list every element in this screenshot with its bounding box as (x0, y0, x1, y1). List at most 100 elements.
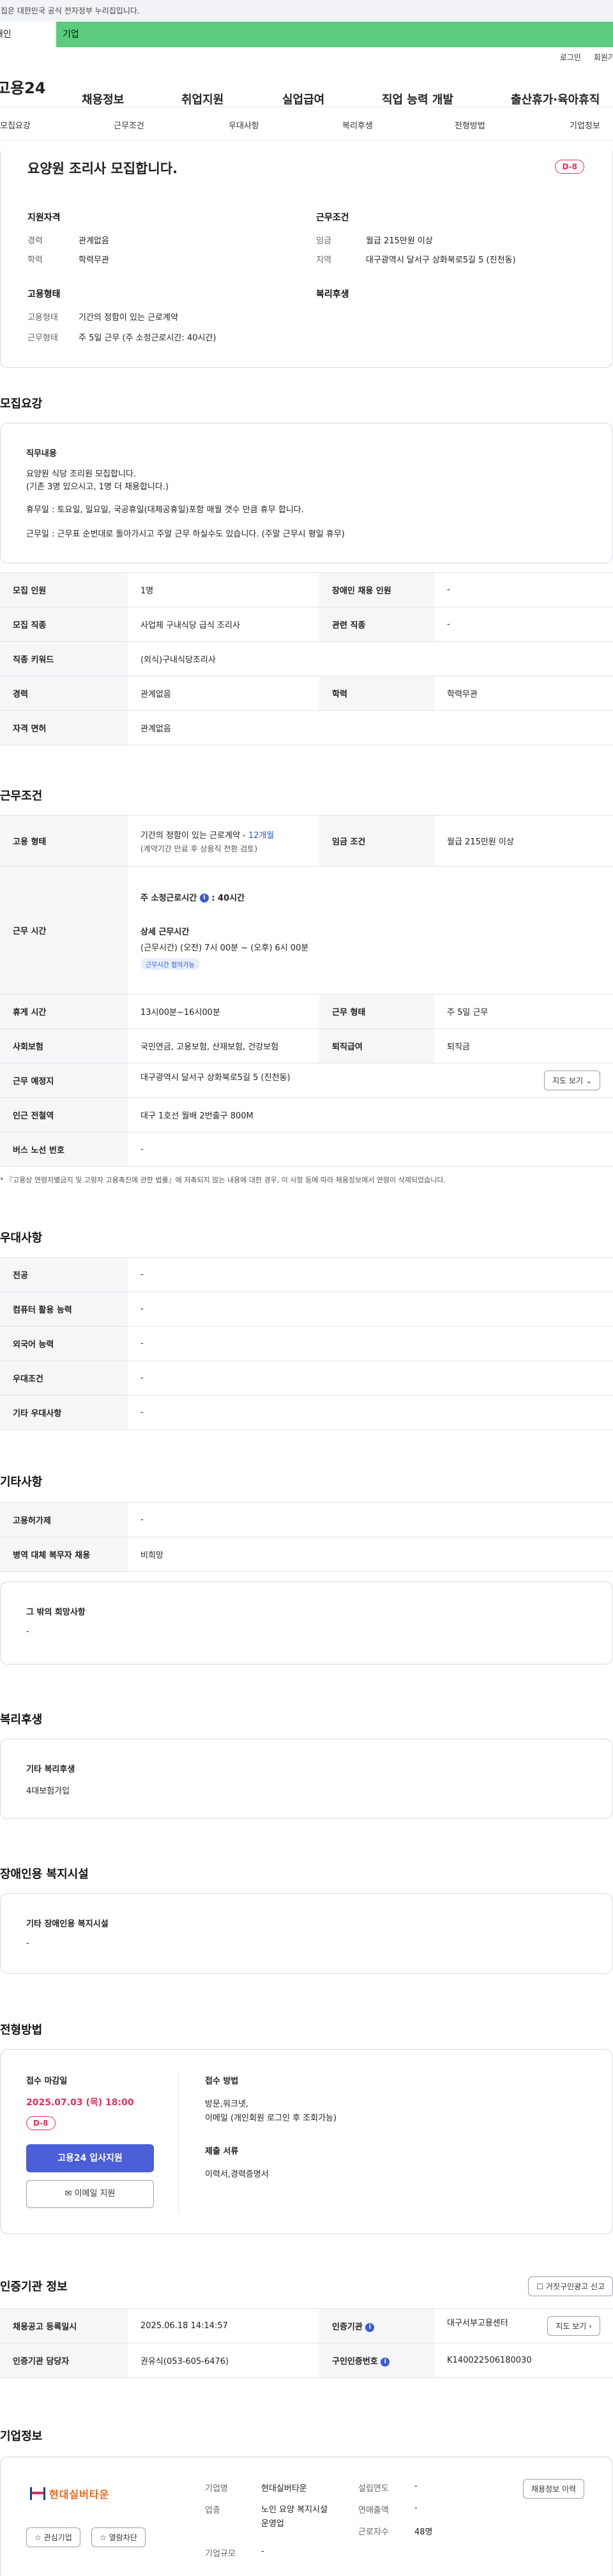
info-icon[interactable]: i (365, 2322, 375, 2332)
info-icon[interactable]: i (381, 2357, 390, 2366)
map-button[interactable]: 지도 보기 ⌄ (544, 1071, 600, 1090)
region-value: 대구광역시 달서구 상화북로5길 5 (진천동) (366, 255, 516, 265)
docs-title: 제출 서류 (205, 2147, 239, 2156)
subnav-company[interactable]: 기업정보 (570, 119, 600, 131)
block-company-button[interactable]: ☆ 열람차단 (91, 2527, 146, 2547)
table-head: 근무 형태 (319, 994, 434, 1029)
hours-week-value: : 40시간 (211, 893, 245, 903)
company-name: 현대실버타운 (261, 2484, 307, 2494)
gnb-menu-job-training[interactable]: 직업 능력 개발 (382, 91, 453, 107)
gnb-menu-unemployment-benefit[interactable]: 실업급여 (282, 91, 324, 107)
info-icon[interactable]: i (199, 894, 209, 903)
mail-icon: ✉ (64, 2189, 72, 2199)
cert-table-wrap: 채용공고 등록일시 2025.06.18 14:14:57 인증기관 i 대구서… (0, 2308, 613, 2378)
subnav-conditions[interactable]: 근무조건 (114, 119, 144, 131)
duty-line-4: 휴무일 : 토요일, 일요일, 국공휴일(대체공휴일)포함 매월 갯수 만큼 휴… (26, 505, 304, 515)
favorite-company-button[interactable]: ☆ 관심기업 (26, 2527, 80, 2547)
emp-months: 12개월 (248, 830, 275, 841)
table-head: 경력 (0, 676, 128, 711)
agency-map-button[interactable]: 지도 보기 › (547, 2316, 600, 2336)
site-logo[interactable]: 고용24 (0, 75, 73, 98)
founded-label: 설립연도 (358, 2484, 389, 2494)
subnav-preference[interactable]: 우대사항 (229, 119, 259, 131)
emptype-label: 고용형태 (27, 313, 58, 323)
email-apply-button[interactable]: ✉ 이메일 지원 (26, 2180, 154, 2208)
table-row: 컴퓨터 활용 능력 - (0, 1292, 613, 1327)
worktype-value: 주 5일 근무 (주 소정근로시간: 40시간) (79, 333, 216, 343)
subnav-welfare[interactable]: 복리후생 (342, 119, 373, 131)
deadline-value: 2025.07.03 (목) 18:00 (26, 2098, 134, 2108)
table-head: 우대조건 (0, 1360, 128, 1396)
gnb-menu-employment-support[interactable]: 취업지원 (181, 91, 223, 107)
join-link[interactable]: 회원가입 (594, 52, 613, 63)
emp-sub: (계약기간 만료 후 상용직 전환 검토) (140, 844, 257, 853)
gnb-menu-jobs[interactable]: 채용정보 (82, 91, 124, 107)
preference-table: 전공 - 컴퓨터 활용 능력 - 외국어 능력 - 우대조건 - 기타 우대사항 - (0, 1257, 613, 1430)
tab-person[interactable]: 개인 (0, 22, 56, 47)
report-button-label: 거짓구인광고 신고 (545, 2282, 605, 2291)
duty-title: 직무내용 (26, 449, 57, 459)
method-line-1: 방문,워크넷, (205, 2100, 249, 2109)
docs-value: 이력서,경력증명서 (205, 2170, 269, 2179)
table-row: 병역 대체 복무자 채용 비희망 (0, 1537, 613, 1572)
table-row: 휴게 시간 13시00분~16시00분 근무 형태 주 5일 근무 (0, 994, 613, 1029)
table-cell: 학력무관 (434, 676, 613, 711)
emp-type-value: 기간의 정함이 있는 근로계약 - (140, 830, 248, 841)
disabled-card: 기타 장애인용 복지시설 - (0, 1893, 613, 1974)
disabled-card-title: 기타 장애인용 복지시설 (26, 1919, 109, 1929)
welfare-card: 기타 복리후생 4대보험가입 (0, 1739, 613, 1819)
summary-card: 요양원 조리사 모집합니다. D-8 지원자격 근무조건 경력 관계없음 학력 … (0, 151, 613, 368)
table-head: 모집 직종 (0, 607, 128, 642)
gnb-menu-parental-leave[interactable]: 출산휴가·육아휴직 (511, 91, 600, 107)
apply-button[interactable]: 고용24 입사지원 (26, 2144, 154, 2172)
table-row: 채용공고 등록일시 2025.06.18 14:14:57 인증기관 i 대구서… (0, 2308, 613, 2344)
table-row: 기타 우대사항 - (0, 1395, 613, 1430)
table-head: 장애인 채용 인원 (319, 572, 434, 607)
login-link[interactable]: 로그인 (560, 52, 581, 63)
table-cell: 국민연금, 고용보험, 산재보험, 건강보험 (128, 1028, 319, 1063)
star-icon: ☆ (34, 2533, 42, 2542)
table-cell: - (128, 1292, 613, 1327)
gov-notice-text: 이 누리집은 대한민국 공식 전자정부 누리집입니다. (0, 6, 140, 15)
preference-table-wrap: 전공 - 컴퓨터 활용 능력 - 외국어 능력 - 우대조건 - 기타 우대사항 - (0, 1257, 613, 1430)
tab-company[interactable]: 기업 (56, 22, 613, 47)
block-icon: ☆ (100, 2533, 107, 2542)
table-head: 고용허가제 (0, 1502, 128, 1537)
table-cell: 권유식(053-605-6476) (128, 2343, 319, 2378)
table-cell: - (128, 1132, 613, 1167)
subnav-selection[interactable]: 전형방법 (455, 119, 485, 131)
career-value: 관계없음 (79, 236, 109, 246)
duty-line-6: 근무일 : 근무표 순번대로 돌아가시고 주말 근무 하실수도 있습니다. (주… (26, 530, 345, 539)
table-cell: 13시00분~16시00분 (128, 994, 319, 1029)
table-cell: 대구 1호선 월배 2번출구 800M (128, 1097, 613, 1132)
conditions-table-wrap: 고용 형태 기간의 정함이 있는 근로계약 - 12개월 (계약기간 만료 후 … (0, 815, 613, 1185)
place-value: 대구광역시 달서구 상화북로5길 5 (진천동) (140, 1073, 291, 1083)
table-row: 인근 전철역 대구 1호선 월배 2번출구 800M (0, 1097, 613, 1132)
size-value: - (261, 2547, 264, 2556)
table-row: 우대조건 - (0, 1360, 613, 1396)
table-row: 사회보험 국민연금, 고용보험, 산재보험, 건강보험 퇴직급여 퇴직금 (0, 1028, 613, 1063)
table-cell: - (128, 1326, 613, 1361)
block-label: 열람차단 (109, 2533, 137, 2542)
table-head: 모집 인원 (0, 572, 128, 607)
wage-value: 월급 215만원 이상 (366, 236, 433, 246)
sales-label: 연매출액 (358, 2506, 389, 2515)
selection-card: 접수 마감일 2025.07.03 (목) 18:00 D-8 고용24 입사지… (0, 2049, 613, 2234)
report-button[interactable]: ☐ 거짓구인광고 신고 (528, 2276, 613, 2296)
subnav-recruit[interactable]: 모집요강 (0, 119, 31, 131)
duty-card: 직무내용 요양원 식당 조리원 모집합니다. (기존 3명 있으시고, 1명 더… (0, 423, 613, 563)
industry-label: 업종 (205, 2506, 220, 2515)
table-cell: 관계없음 (128, 676, 319, 711)
table-head: 학력 (319, 676, 434, 711)
table-head: 채용공고 등록일시 (0, 2308, 128, 2344)
table-head: 전공 (0, 1257, 128, 1292)
hours-week-label: 주 소정근로시간 (140, 893, 197, 903)
table-cell: - (128, 1395, 613, 1430)
duty-line-2: (기존 3명 있으시고, 1명 더 채용합니다.) (26, 482, 169, 492)
table-row: 자격 면허 관계없음 (0, 710, 613, 745)
career-label: 경력 (27, 236, 43, 246)
table-head: 사회보험 (0, 1028, 128, 1063)
job-history-button[interactable]: 채용정보 이력 (522, 2479, 584, 2499)
table-head: 구인인증번호 i (319, 2343, 434, 2378)
method-line-2: 이메일 (개인회원 로그인 후 조회가능) (205, 2114, 337, 2123)
